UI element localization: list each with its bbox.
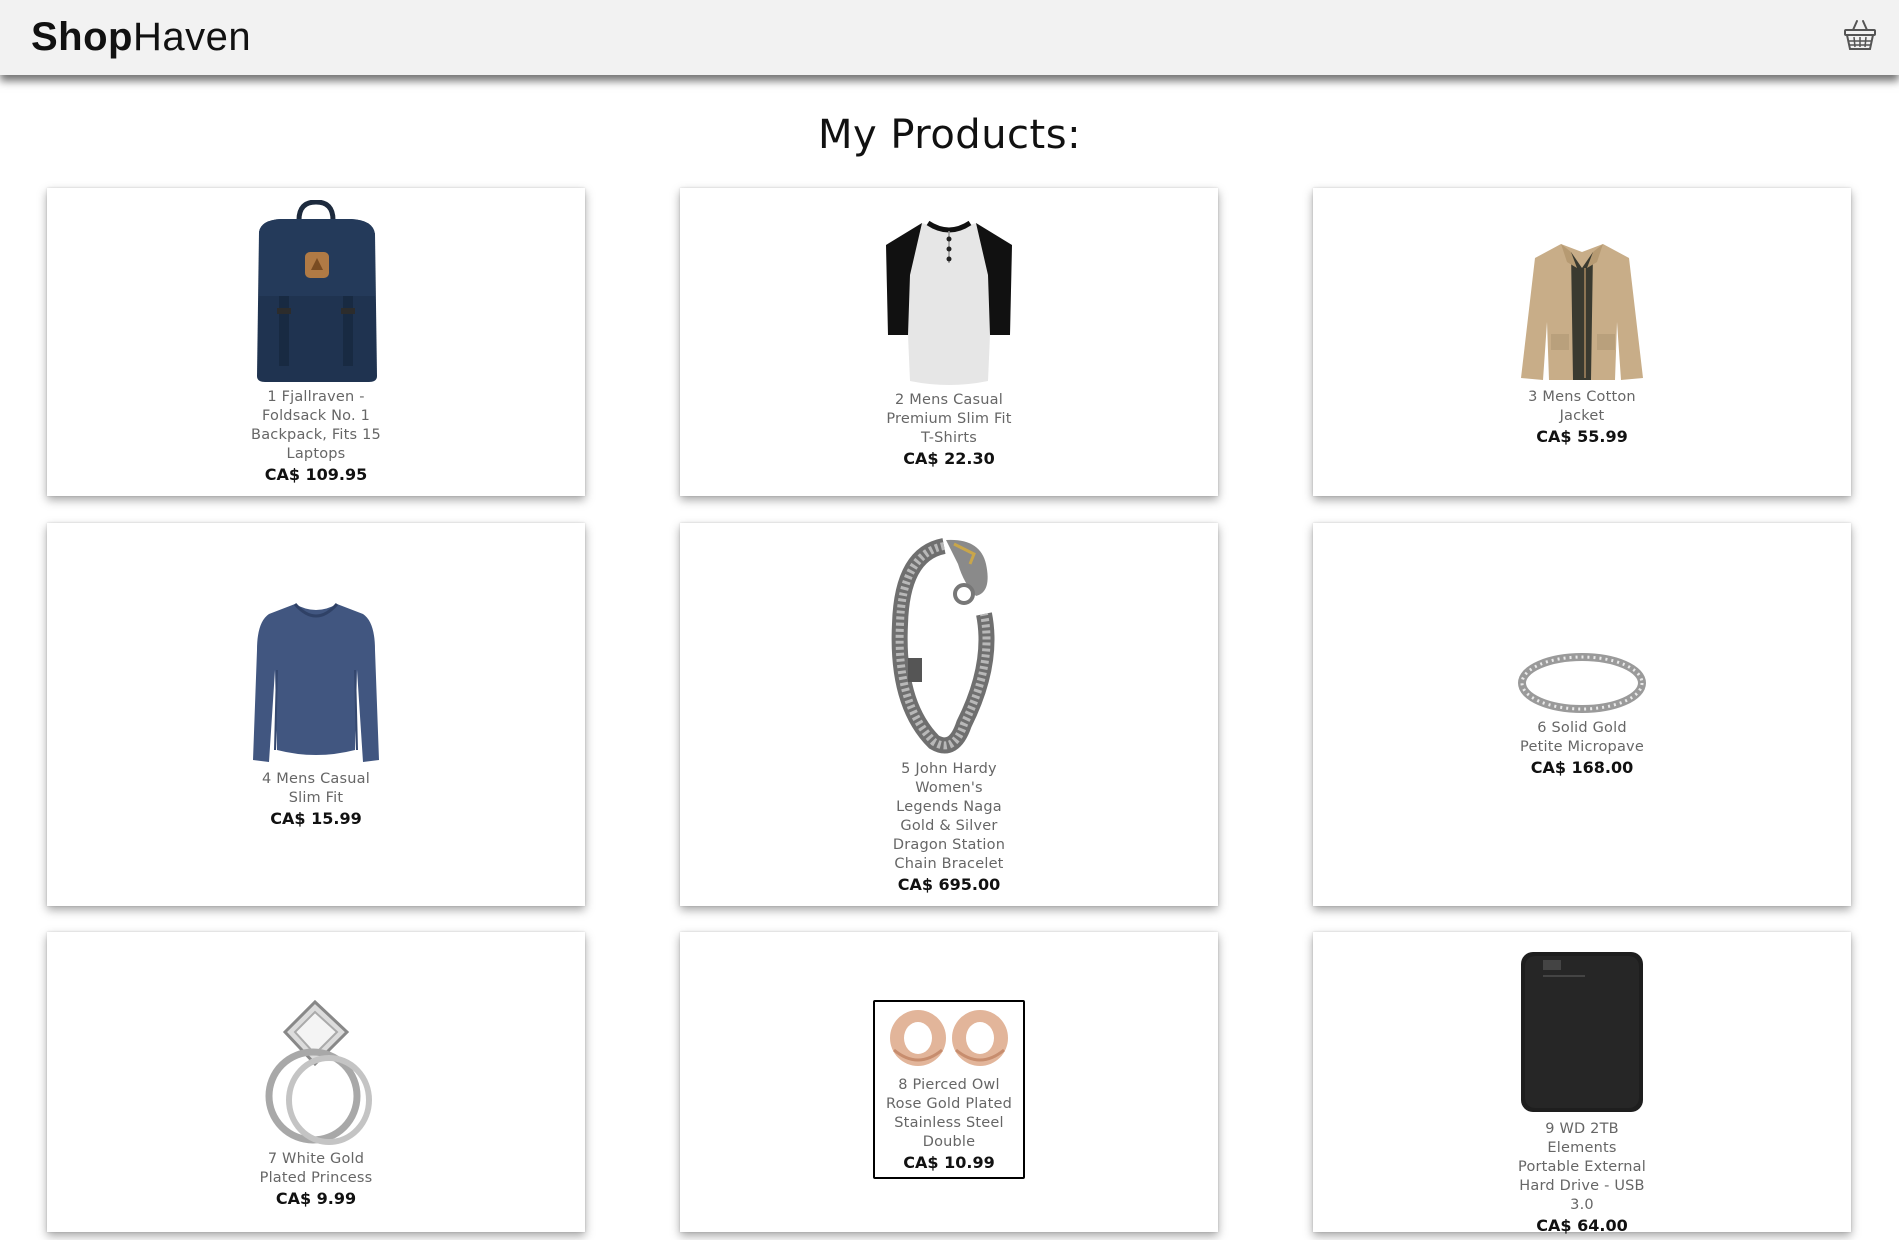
product-title: 2 Mens Casual Premium Slim Fit T-Shirts xyxy=(886,392,1012,446)
product-price: CA$ 22.30 xyxy=(903,449,995,468)
logo-regular-text: Haven xyxy=(132,15,252,59)
product-card[interactable]: 3 Mens Cotton Jacket CA$ 55.99 xyxy=(1313,188,1851,496)
product-card[interactable]: 9 WD 2TB Elements Portable External Hard… xyxy=(1313,932,1851,1235)
product-title: 3 Mens Cotton Jacket xyxy=(1528,388,1636,424)
diamond-ring-image xyxy=(265,999,372,1145)
jacket-image xyxy=(1521,243,1643,380)
backpack-image xyxy=(257,199,377,382)
product-title: 4 Mens Casual Slim Fit xyxy=(262,771,370,806)
logo-bold-text: Shop xyxy=(31,15,133,59)
product-card[interactable]: 2 Mens Casual Premium Slim Fit T-Shirts … xyxy=(680,188,1218,496)
product-card[interactable]: 1 Fjallraven - Foldsack No. 1 Backpack, … xyxy=(47,188,585,496)
product-card[interactable]: 7 White Gold Plated Princess CA$ 9.99 xyxy=(47,932,585,1232)
product-title: 8 Pierced Owl Rose Gold Plated Stainless… xyxy=(886,1077,1012,1150)
product-card[interactable]: 6 Solid Gold Petite Micropave CA$ 168.00 xyxy=(1313,523,1851,906)
earrings-image xyxy=(890,1010,1008,1066)
product-price: CA$ 15.99 xyxy=(270,809,362,828)
longsleeve-shirt-image xyxy=(253,602,379,762)
product-price: CA$ 168.00 xyxy=(1530,758,1634,777)
product-price: CA$ 64.00 xyxy=(1536,1216,1628,1235)
product-title: 6 Solid Gold Petite Micropave xyxy=(1520,720,1644,755)
tshirt-image xyxy=(886,220,1012,385)
product-price: CA$ 695.00 xyxy=(897,875,1001,894)
product-title: 9 WD 2TB Elements Portable External Hard… xyxy=(1518,1121,1646,1213)
product-title: 5 John Hardy Women's Legends Naga Gold &… xyxy=(892,761,1006,872)
hard-drive-image xyxy=(1521,952,1643,1112)
basket-icon[interactable] xyxy=(1843,18,1877,52)
product-price: CA$ 109.95 xyxy=(264,464,368,484)
page-title: My Products: xyxy=(817,112,1082,158)
shophaven-logo[interactable]: ShopHaven xyxy=(31,14,251,60)
top-navigation-bar: ShopHaven xyxy=(0,0,1899,75)
product-title: 1 Fjallraven - Foldsack No. 1 Backpack, … xyxy=(251,388,381,462)
product-title: 7 White Gold Plated Princess xyxy=(259,1151,373,1186)
product-card[interactable]: 5 John Hardy Women's Legends Naga Gold &… xyxy=(680,523,1218,906)
product-price: CA$ 55.99 xyxy=(1536,426,1628,446)
bracelet-image xyxy=(891,538,995,754)
product-card[interactable]: 4 Mens Casual Slim Fit CA$ 15.99 xyxy=(47,523,585,906)
product-price: CA$ 10.99 xyxy=(903,1153,995,1172)
product-card[interactable]: 8 Pierced Owl Rose Gold Plated Stainless… xyxy=(680,932,1218,1232)
ring-image xyxy=(1518,653,1646,713)
